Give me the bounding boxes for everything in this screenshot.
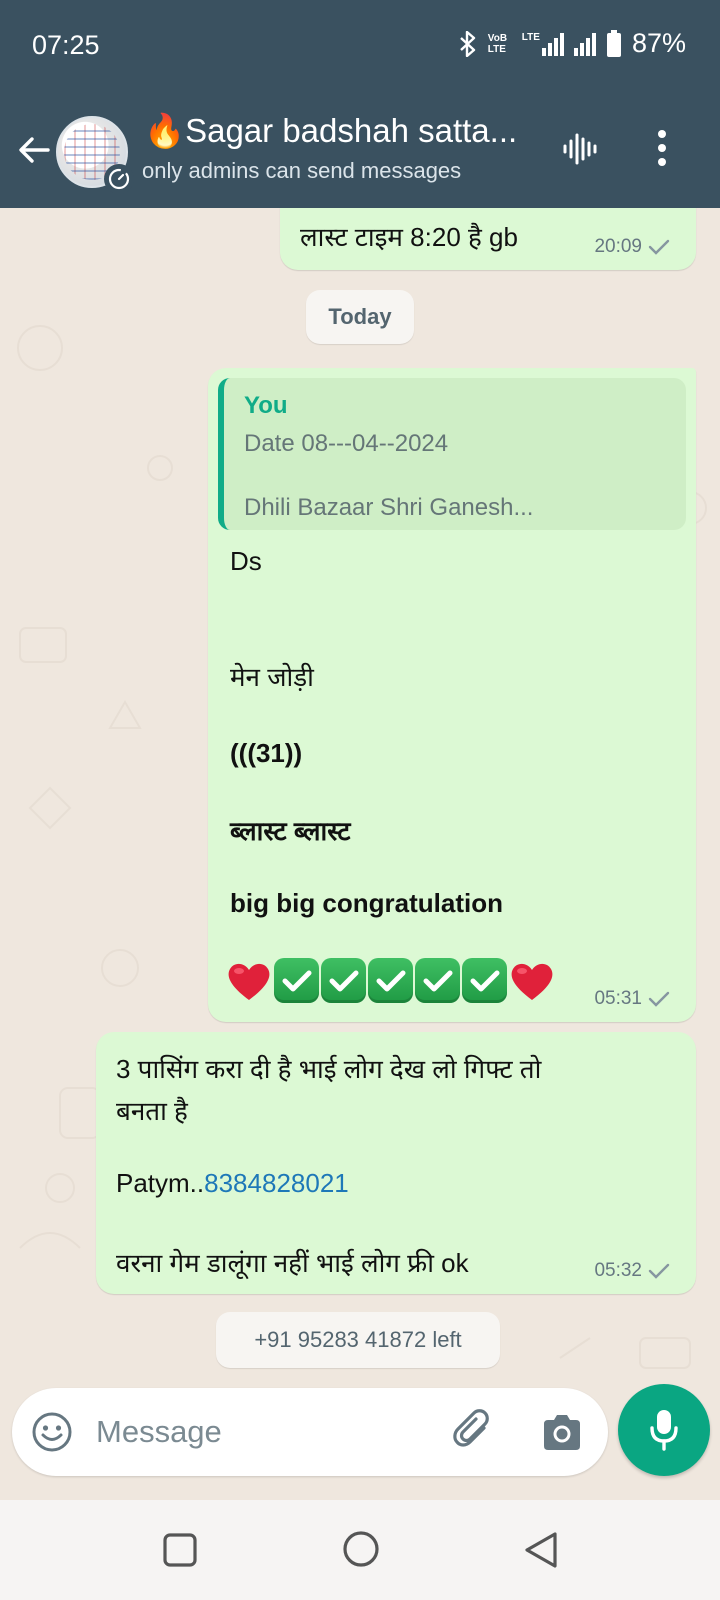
check-mark-emoji-icon (368, 958, 413, 1003)
message-composer[interactable] (12, 1388, 608, 1476)
message-meta: 20:09 (594, 236, 670, 258)
message-meta: 05:31 (594, 988, 670, 1010)
message-line: big big congratulation (230, 888, 503, 918)
message-line: वरना गेम डालूंगा नहीं भाई लोग फ्री ok (116, 1248, 469, 1278)
group-subtitle: only admins can send messages (142, 158, 462, 183)
camera-icon[interactable] (540, 1412, 584, 1452)
emoji-icon[interactable] (30, 1410, 74, 1454)
recent-apps-icon[interactable] (162, 1532, 198, 1568)
quote-line-2: Dhili Bazaar Shri Ganesh... (244, 494, 534, 521)
status-time: 07:25 (32, 30, 100, 60)
message-line: 3 पासिंग करा दी है भाई लोग देख लो गिफ्ट … (116, 1054, 542, 1084)
chat-header[interactable]: 🔥Sagar badshah satta... only admins can … (0, 96, 720, 208)
message-input[interactable] (96, 1406, 426, 1458)
message-bubble-3[interactable]: 3 पासिंग करा दी है भाई लोग देख लो गिफ्ट … (96, 1032, 696, 1294)
signal-icon-1: LTE (522, 32, 564, 56)
check-mark-emoji-icon (321, 958, 366, 1003)
emoji-row (226, 958, 555, 1003)
single-tick-icon (648, 239, 670, 255)
back-arrow-icon[interactable] (14, 130, 54, 170)
system-nav-bar (0, 1500, 720, 1600)
home-icon[interactable] (342, 1530, 380, 1568)
signal-icon-2 (573, 32, 596, 56)
mic-button[interactable] (618, 1384, 710, 1476)
message-time: 05:31 (594, 988, 642, 1009)
network-label-volte: VoB LTE (487, 32, 508, 55)
message-line: बनता है (116, 1096, 188, 1126)
check-mark-emoji-icon (415, 958, 460, 1003)
patym-prefix: Patym.. (116, 1168, 205, 1198)
top-bar: 07:25 VoB LTE LTE 87% 🔥Sagar badshah sat… (0, 0, 720, 208)
more-options-icon[interactable] (648, 128, 676, 168)
single-tick-icon (648, 991, 670, 1007)
system-message: +91 95283 41872 left (216, 1312, 500, 1368)
message-text: लास्ट टाइम 8:20 है gb (300, 222, 518, 252)
check-mark-emoji-icon (462, 958, 507, 1003)
message-bubble-2[interactable]: You Date 08---04--2024 Dhili Bazaar Shri… (208, 368, 696, 1022)
status-right: VoB LTE LTE 87% (458, 28, 686, 59)
quoted-message[interactable]: You Date 08---04--2024 Dhili Bazaar Shri… (218, 378, 686, 530)
bluetooth-icon (459, 30, 475, 57)
timer-badge-icon (104, 164, 134, 194)
date-chip: Today (306, 290, 414, 344)
quote-author: You (244, 392, 288, 419)
message-line: मेन जोड़ी (230, 662, 314, 692)
chat-area[interactable]: लास्ट टाइम 8:20 है gb 20:09 Today You Da… (0, 208, 720, 1376)
patym-line: Patym..8384828021 (116, 1168, 349, 1199)
message-time: 05:32 (594, 1260, 642, 1281)
check-mark-emoji-icon (274, 958, 319, 1003)
battery-percent: 87% (631, 28, 686, 58)
message-bubble-1[interactable]: लास्ट टाइम 8:20 है gb 20:09 (280, 208, 696, 270)
message-time: 20:09 (594, 236, 642, 257)
network-label-lte: LTE (521, 31, 540, 43)
heart-emoji-icon (511, 963, 553, 1000)
message-line: Ds (230, 546, 262, 576)
status-bar: 07:25 VoB LTE LTE 87% (0, 0, 720, 96)
phone-number-link[interactable]: 8384828021 (204, 1168, 349, 1198)
message-line: (((31)) (230, 738, 303, 768)
voice-chat-icon[interactable] (562, 132, 600, 166)
quote-line-1: Date 08---04--2024 (244, 430, 449, 457)
attach-icon[interactable] (452, 1408, 496, 1456)
group-title[interactable]: 🔥Sagar badshah satta... (144, 112, 544, 151)
message-line: ब्लास्ट ब्लास्ट (230, 816, 351, 846)
battery-icon (606, 29, 621, 57)
nav-back-icon[interactable] (522, 1530, 560, 1570)
microphone-icon (650, 1410, 678, 1451)
heart-emoji-icon (228, 963, 270, 1000)
message-meta: 05:32 (594, 1260, 670, 1282)
single-tick-icon (648, 1263, 670, 1279)
